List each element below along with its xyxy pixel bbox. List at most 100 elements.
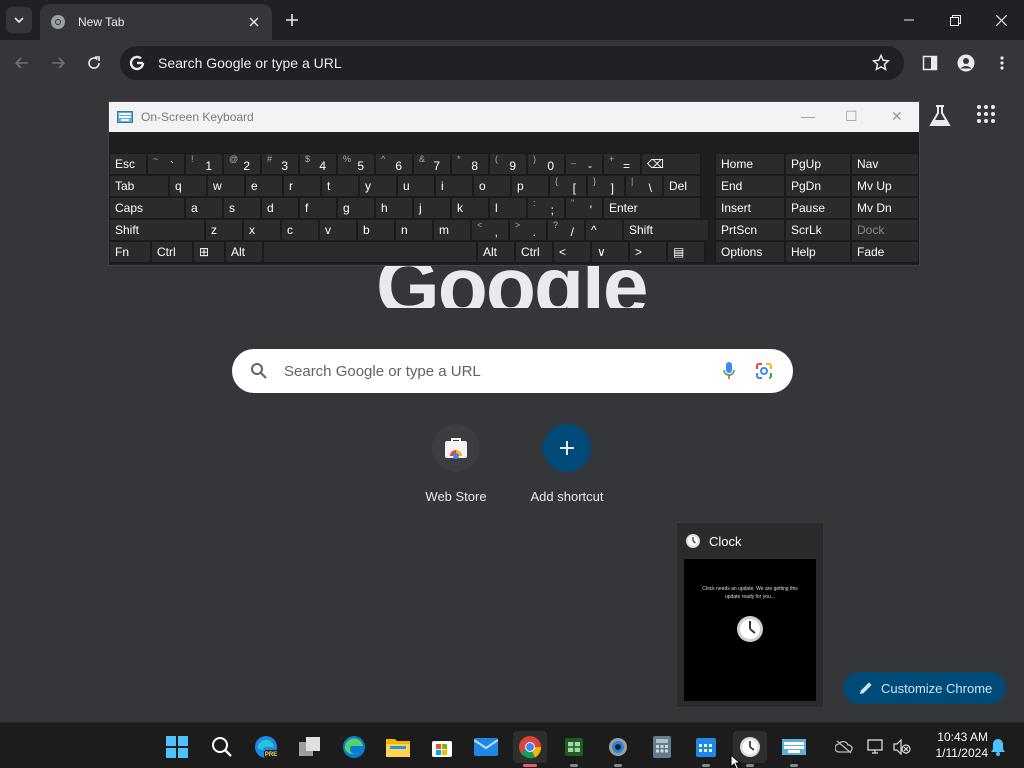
osk-key[interactable]: Esc bbox=[109, 153, 147, 175]
network-tray[interactable] bbox=[866, 737, 886, 757]
osk-key[interactable]: o bbox=[473, 175, 511, 197]
taskbar-search-button[interactable] bbox=[205, 731, 239, 763]
taskbar-mail[interactable] bbox=[469, 731, 503, 763]
osk-key[interactable]: Caps bbox=[109, 197, 185, 219]
tab-search-button[interactable] bbox=[6, 7, 32, 33]
taskbar-task-view[interactable] bbox=[293, 731, 327, 763]
osk-key[interactable]: ⊞ bbox=[193, 241, 225, 263]
osk-key[interactable]: < bbox=[553, 241, 591, 263]
osk-key[interactable]: }] bbox=[587, 175, 625, 197]
osk-key[interactable]: & 7 bbox=[413, 153, 451, 175]
osk-nav-key[interactable]: Dock bbox=[851, 219, 919, 241]
osk-close-button[interactable]: ✕ bbox=[891, 108, 903, 125]
osk-nav-key[interactable]: Mv Dn bbox=[851, 197, 919, 219]
osk-key[interactable]: l bbox=[489, 197, 527, 219]
tab-close-button[interactable] bbox=[246, 14, 262, 30]
osk-key[interactable]: u bbox=[397, 175, 435, 197]
osk-key[interactable]: Tab bbox=[109, 175, 169, 197]
close-window-button[interactable] bbox=[978, 0, 1024, 40]
osk-key[interactable]: z bbox=[205, 219, 243, 241]
osk-key[interactable]: ^ bbox=[585, 219, 623, 241]
menu-button[interactable] bbox=[988, 49, 1016, 77]
taskbar-osk[interactable] bbox=[777, 731, 811, 767]
osk-key[interactable]: e bbox=[245, 175, 283, 197]
forward-button[interactable] bbox=[44, 49, 72, 77]
osk-maximize-button[interactable]: ☐ bbox=[845, 108, 858, 125]
omnibox[interactable]: Search Google or type a URL bbox=[120, 46, 904, 80]
osk-key[interactable]: m bbox=[433, 219, 471, 241]
osk-key[interactable]: | \ bbox=[625, 175, 663, 197]
google-lens-icon[interactable] bbox=[755, 362, 773, 380]
onedrive-tray[interactable] bbox=[834, 737, 854, 757]
osk-nav-key[interactable]: Fade bbox=[851, 241, 919, 263]
osk-nav-key[interactable]: Options bbox=[715, 241, 785, 263]
osk-nav-key[interactable]: Nav bbox=[851, 153, 919, 175]
osk-key[interactable]: b bbox=[357, 219, 395, 241]
volume-tray[interactable] bbox=[892, 737, 912, 757]
osk-key[interactable]: Del bbox=[663, 175, 701, 197]
osk-key[interactable]: k bbox=[451, 197, 489, 219]
clock-thumbnail[interactable]: Clock Clock needs an update. We are gett… bbox=[676, 522, 824, 708]
osk-key[interactable]: Alt bbox=[225, 241, 263, 263]
taskbar-edge[interactable] bbox=[337, 731, 371, 763]
taskbar-store[interactable] bbox=[425, 731, 459, 763]
osk-key[interactable]: ⌫ bbox=[641, 153, 701, 175]
osk-key[interactable]: i bbox=[435, 175, 473, 197]
osk-key[interactable]: * 8 bbox=[451, 153, 489, 175]
side-panel-button[interactable] bbox=[916, 49, 944, 77]
osk-key[interactable]: f bbox=[299, 197, 337, 219]
osk-key[interactable]: Enter bbox=[603, 197, 701, 219]
osk-key[interactable]: r bbox=[283, 175, 321, 197]
osk-key[interactable]: (9 bbox=[489, 153, 527, 175]
taskbar-edge-pre[interactable]: PRE bbox=[249, 731, 283, 763]
osk-key[interactable]: {[ bbox=[549, 175, 587, 197]
osk-key[interactable]: p bbox=[511, 175, 549, 197]
osk-key[interactable]: h bbox=[375, 197, 413, 219]
osk-key[interactable]: d bbox=[261, 197, 299, 219]
osk-key[interactable]: ~ ` bbox=[147, 153, 185, 175]
osk-key[interactable]: + = bbox=[603, 153, 641, 175]
osk-key[interactable]: ? / bbox=[547, 219, 585, 241]
microphone-icon[interactable] bbox=[723, 362, 735, 380]
osk-key[interactable]: t bbox=[321, 175, 359, 197]
osk-key[interactable]: v bbox=[319, 219, 357, 241]
osk-key[interactable]: Shift bbox=[109, 219, 205, 241]
taskbar-calendar[interactable] bbox=[689, 731, 723, 767]
osk-nav-key[interactable]: Mv Up bbox=[851, 175, 919, 197]
osk-key[interactable]: Fn bbox=[109, 241, 151, 263]
osk-nav-key[interactable]: PgUp bbox=[785, 153, 851, 175]
osk-key[interactable]: q bbox=[169, 175, 207, 197]
osk-minimize-button[interactable]: — bbox=[801, 108, 815, 124]
reload-button[interactable] bbox=[80, 49, 108, 77]
osk-key[interactable]: > bbox=[629, 241, 667, 263]
osk-nav-key[interactable]: Insert bbox=[715, 197, 785, 219]
osk-nav-key[interactable]: End bbox=[715, 175, 785, 197]
osk-nav-key[interactable]: PgDn bbox=[785, 175, 851, 197]
google-apps-button[interactable] bbox=[976, 104, 1004, 132]
profile-button[interactable] bbox=[952, 49, 980, 77]
tab-new-tab[interactable]: New Tab bbox=[40, 4, 272, 40]
taskbar-file-explorer[interactable] bbox=[381, 731, 415, 763]
customize-chrome-button[interactable]: Customize Chrome bbox=[843, 672, 1006, 704]
osk-nav-key[interactable]: Home bbox=[715, 153, 785, 175]
labs-button[interactable] bbox=[928, 104, 956, 132]
osk-nav-key[interactable]: Help bbox=[785, 241, 851, 263]
osk-key[interactable]: y bbox=[359, 175, 397, 197]
taskbar-settings[interactable] bbox=[601, 731, 635, 767]
osk-key[interactable]: _ - bbox=[565, 153, 603, 175]
osk-key[interactable]: Shift bbox=[623, 219, 709, 241]
osk-key[interactable] bbox=[263, 241, 477, 263]
taskbar-chrome[interactable] bbox=[513, 731, 547, 767]
osk-key[interactable]: ∨ bbox=[591, 241, 629, 263]
new-tab-button[interactable] bbox=[280, 8, 304, 32]
osk-key[interactable]: c bbox=[281, 219, 319, 241]
osk-key[interactable]: n bbox=[395, 219, 433, 241]
osk-key[interactable]: Ctrl bbox=[515, 241, 553, 263]
shortcut-add[interactable]: Add shortcut bbox=[511, 424, 623, 504]
osk-nav-key[interactable]: ScrLk bbox=[785, 219, 851, 241]
osk-key[interactable]: #3 bbox=[261, 153, 299, 175]
osk-key[interactable]: x bbox=[243, 219, 281, 241]
osk-key[interactable]: % 5 bbox=[337, 153, 375, 175]
osk-key[interactable]: g bbox=[337, 197, 375, 219]
osk-key[interactable]: ! 1 bbox=[185, 153, 223, 175]
